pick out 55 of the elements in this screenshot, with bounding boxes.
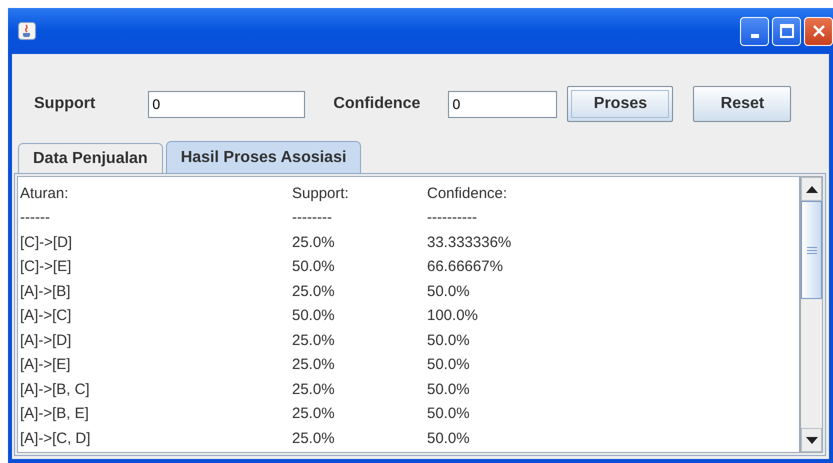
output-text: 25.0%: [292, 282, 336, 300]
output-text: 25.0%: [292, 430, 336, 447]
output-text: [C]->[D]: [20, 234, 74, 251]
maximize-button[interactable]: [772, 16, 801, 46]
output-text: 50.0%: [427, 380, 470, 398]
grip-icon: [806, 246, 816, 254]
output-text: Support:: [292, 184, 350, 202]
output-text: 50.0%: [292, 258, 336, 276]
close-button[interactable]: [804, 16, 833, 46]
proses-button[interactable]: Proses: [567, 86, 674, 122]
maximize-icon: [780, 24, 794, 38]
scroll-thumb[interactable]: [801, 201, 822, 299]
output-text: 33.333336%: [427, 234, 512, 251]
output-text: [A]->[B, C]: [20, 380, 91, 398]
output-text: 25.0%: [292, 332, 336, 349]
minimize-icon: [750, 34, 758, 38]
output-text: [A]->[C]: [20, 307, 72, 324]
output-text: --------: [292, 209, 333, 226]
cup-icon: [18, 22, 36, 40]
output-text: 25.0%: [292, 234, 336, 251]
output-text: 50.0%: [427, 405, 470, 422]
support-field[interactable]: 0: [148, 90, 306, 118]
confidence-label: Confidence: [333, 95, 420, 113]
scroll-up-button[interactable]: [801, 177, 822, 201]
output-text: 50.0%: [427, 332, 470, 349]
output-text: [A]->[D]: [20, 332, 72, 349]
tab[interactable]: Data Penjualan: [18, 143, 163, 173]
output-text: 25.0%: [292, 356, 336, 374]
output-text: Aturan:: [20, 184, 70, 202]
output-text: 50.0%: [292, 307, 336, 324]
output-text: Confidence:: [427, 184, 508, 202]
output-text: 50.0%: [427, 356, 470, 374]
output-text: [A]->[B]: [20, 282, 72, 300]
output-text: ----------: [427, 209, 477, 226]
output-text: [A]->[B, E]: [20, 405, 90, 422]
scrollbar[interactable]: [800, 176, 823, 453]
output-text: [A]->[E]: [20, 356, 72, 374]
output-text: 100.0%: [427, 307, 478, 324]
output-text: 66.66667%: [427, 258, 503, 276]
output-text: ------: [20, 209, 51, 226]
output-text: 50.0%: [427, 282, 470, 300]
output-text: [C]->[E]: [20, 258, 72, 276]
minimize-button[interactable]: [740, 16, 769, 46]
tab[interactable]: Hasil Proses Asosiasi: [166, 141, 362, 173]
confidence-field[interactable]: 0: [448, 90, 558, 118]
output-text: 25.0%: [292, 380, 336, 398]
output-text: [A]->[C, D]: [20, 430, 92, 447]
up-arrow-icon: [806, 186, 818, 192]
down-arrow-icon: [806, 436, 818, 444]
support-label: Support: [34, 95, 96, 113]
close-icon: [812, 24, 826, 38]
scroll-down-button[interactable]: [801, 428, 822, 452]
reset-button[interactable]: Reset: [693, 86, 792, 122]
output-text: 25.0%: [292, 405, 336, 422]
output-text: 50.0%: [427, 430, 470, 447]
